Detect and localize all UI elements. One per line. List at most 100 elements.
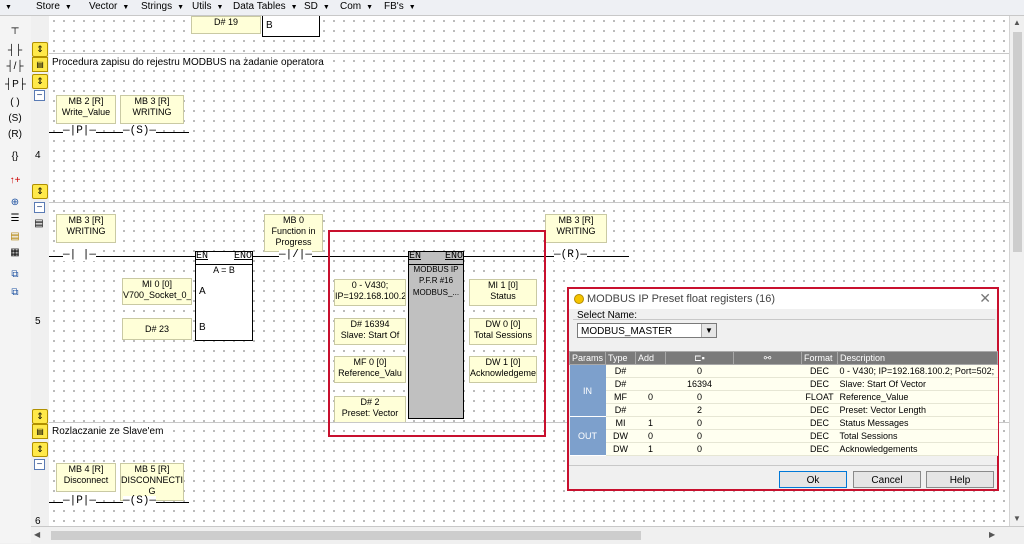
horizontal-scrollbar[interactable]: ◀ ▶ <box>31 526 1024 544</box>
rung-number: 5 <box>35 316 41 327</box>
table-header: Params Type Add ⊏▪ ⚯ Format Description <box>569 351 998 365</box>
paste-tool-icon[interactable]: ⧉ <box>5 286 25 300</box>
menu-utils[interactable]: Utils ▼ <box>192 1 223 12</box>
scroll-left-icon[interactable]: ◀ <box>34 530 40 539</box>
list-tool-icon[interactable]: ☰ <box>5 212 25 226</box>
group-out: OUT <box>569 416 606 456</box>
table-row[interactable]: OUT MI 1 0 DEC Status Messages <box>569 416 998 456</box>
table-row[interactable]: MF 0 0 FLOAT Reference_Value <box>570 390 998 404</box>
contact-p-tool-icon[interactable]: ┤P├ <box>5 78 26 92</box>
move-rung-icon[interactable]: ⇕ <box>32 184 48 199</box>
vertical-scroll-thumb[interactable] <box>1013 32 1022 252</box>
menu-store[interactable]: Store ▼ <box>36 1 72 12</box>
coil-reset[interactable]: —(R)— <box>554 250 588 261</box>
move-rung-icon[interactable]: ⇕ <box>32 74 48 89</box>
operand-mb4[interactable]: MB 4 [R] Disconnect <box>56 463 116 492</box>
contact-normally-open[interactable]: —| |— <box>63 250 97 261</box>
contact-normally-closed[interactable]: —|/|— <box>279 250 313 261</box>
rung-comment-icon[interactable]: ▤ <box>32 57 48 72</box>
scroll-down-icon[interactable]: ▼ <box>1013 514 1021 523</box>
collapse-rung-icon[interactable]: − <box>34 202 45 213</box>
scroll-up-icon[interactable]: ▲ <box>1013 18 1021 27</box>
comment-tool-icon[interactable]: ▤ <box>5 230 25 244</box>
menu-fbs[interactable]: FB's ▼ <box>384 1 416 12</box>
menu-com[interactable]: Com ▼ <box>340 1 373 12</box>
menu-strings[interactable]: Strings ▼ <box>141 1 184 12</box>
insert-rung-icon[interactable]: ⊕ <box>5 196 25 210</box>
close-icon[interactable]: ✕ <box>979 290 991 307</box>
contact-positive-edge[interactable]: —|P|— <box>63 496 97 507</box>
col-add: Add <box>635 351 666 365</box>
branch-tool-icon[interactable]: {} <box>5 150 25 164</box>
modbus-params-dialog: MODBUS IP Preset float registers (16) ✕ … <box>567 287 999 491</box>
menu-data-tables[interactable]: Data Tables ▼ <box>233 1 298 12</box>
compare-block[interactable]: EN ENO A = B A B <box>195 251 253 341</box>
table-row[interactable]: D# 16394 DEC Slave: Start Of Vector <box>570 377 998 391</box>
coil-tool-icon[interactable]: ( ) <box>5 96 25 110</box>
plug-icon: ⊏▪ <box>694 352 705 363</box>
rung-number: 4 <box>35 150 41 161</box>
copy-tool-icon[interactable]: ⧉ <box>5 268 25 282</box>
vertical-scrollbar[interactable]: ▲ ▼ <box>1009 16 1024 526</box>
move-rung-icon[interactable]: ⇕ <box>32 409 48 424</box>
select-group-line <box>573 319 995 320</box>
coil-reset-tool-icon[interactable]: (R) <box>5 128 25 142</box>
operand-writing-coil[interactable]: MB 3 [R] WRITING <box>545 214 607 243</box>
coil-set[interactable]: —(S)— <box>123 496 157 507</box>
highlight-frame <box>328 230 546 437</box>
horizontal-scroll-thumb[interactable] <box>51 531 641 540</box>
operand-d23[interactable]: D# 23 <box>122 318 192 340</box>
col-type: Type <box>605 351 636 365</box>
ok-button[interactable]: Ok <box>779 471 847 488</box>
rung-gutter: ⇕ ▤ ⇕ − 4 ⇕ − ▤ 5 ⇕ ▤ ⇕ − 6 <box>31 16 49 527</box>
move-rung-icon[interactable]: ⇕ <box>32 442 48 457</box>
menu-bar: ▼ Store ▼ Vector ▼ Strings ▼ Utils ▼ Data Ta… <box>0 0 1024 16</box>
note-tool-icon[interactable]: ▦ <box>5 246 25 260</box>
collapse-rung-icon[interactable]: − <box>34 459 45 470</box>
col-value: ⊏▪ <box>665 351 734 365</box>
operand-d19[interactable]: D# 19 <box>191 16 261 34</box>
select-name-dropdown[interactable]: MODBUS_MASTER ▼ <box>577 323 717 338</box>
chevron-down-icon[interactable]: ▼ <box>701 324 716 337</box>
table-row[interactable]: D# 2 DEC Preset: Vector Length <box>570 403 998 417</box>
rung-separator <box>49 202 1009 203</box>
ladder-tool-strip: ┬ ┤├ ┤/├ ┤P├ ( ) (S) (R) {} ↑+ ⊕ ☰ ▤ ▦ ⧉… <box>0 16 32 543</box>
contact-positive-edge[interactable]: —|P|— <box>63 126 97 137</box>
table-row[interactable]: DW 1 0 DEC Acknowledgements <box>570 442 998 456</box>
menu-vector[interactable]: Vector ▼ <box>89 1 129 12</box>
col-params: Params <box>569 351 606 365</box>
coil-set[interactable]: —(S)— <box>123 126 157 137</box>
dialog-separator <box>569 465 997 466</box>
link-icon: ⚯ <box>763 352 772 363</box>
wire-tool-icon[interactable]: ↑+ <box>5 174 25 188</box>
menu-arrow-left[interactable]: ▼ <box>0 1 12 12</box>
rung-library-icon[interactable]: ▤ <box>32 217 46 230</box>
dialog-title: MODBUS IP Preset float registers (16) <box>587 293 776 305</box>
params-table: Params Type Add ⊏▪ ⚯ Format Description … <box>569 351 998 456</box>
rung-comment-icon[interactable]: ▤ <box>32 424 48 439</box>
help-button[interactable]: Help <box>926 471 994 488</box>
function-block-fragment[interactable]: B <box>262 16 320 37</box>
operand-mb3[interactable]: MB 3 [R] WRITING <box>120 95 184 124</box>
operand-writing[interactable]: MB 3 [R] WRITING <box>56 214 116 243</box>
menu-sd[interactable]: SD ▼ <box>304 1 330 12</box>
cancel-button[interactable]: Cancel <box>853 471 921 488</box>
contact-nc-tool-icon[interactable]: ┤/├ <box>5 60 25 74</box>
dialog-app-icon <box>574 294 584 304</box>
rung-comment: Rozlaczanie ze Slave'em <box>50 426 166 437</box>
pointer-tool-icon[interactable]: ┬ <box>5 22 25 36</box>
coil-set-tool-icon[interactable]: (S) <box>5 112 25 126</box>
move-rung-icon[interactable]: ⇕ <box>32 42 48 57</box>
col-description: Description <box>837 351 998 365</box>
contact-no-tool-icon[interactable]: ┤├ <box>5 44 25 58</box>
table-row[interactable]: DW 0 0 DEC Total Sessions <box>570 429 998 443</box>
col-link: ⚯ <box>733 351 802 365</box>
table-row[interactable]: IN D# 0 DEC 0 - V430; IP=192.168.100.2; Por… <box>569 364 998 417</box>
col-format: Format <box>801 351 838 365</box>
operand-mi0[interactable]: MI 0 [0] V700_Socket_0_ <box>122 278 192 305</box>
operand-mb0[interactable]: MB 0 Function in Progress <box>264 214 323 252</box>
collapse-rung-icon[interactable]: − <box>34 90 45 101</box>
scroll-right-icon[interactable]: ▶ <box>989 530 995 539</box>
operand-mb2[interactable]: MB 2 [R] Write_Value <box>56 95 116 124</box>
group-in: IN <box>569 364 606 417</box>
